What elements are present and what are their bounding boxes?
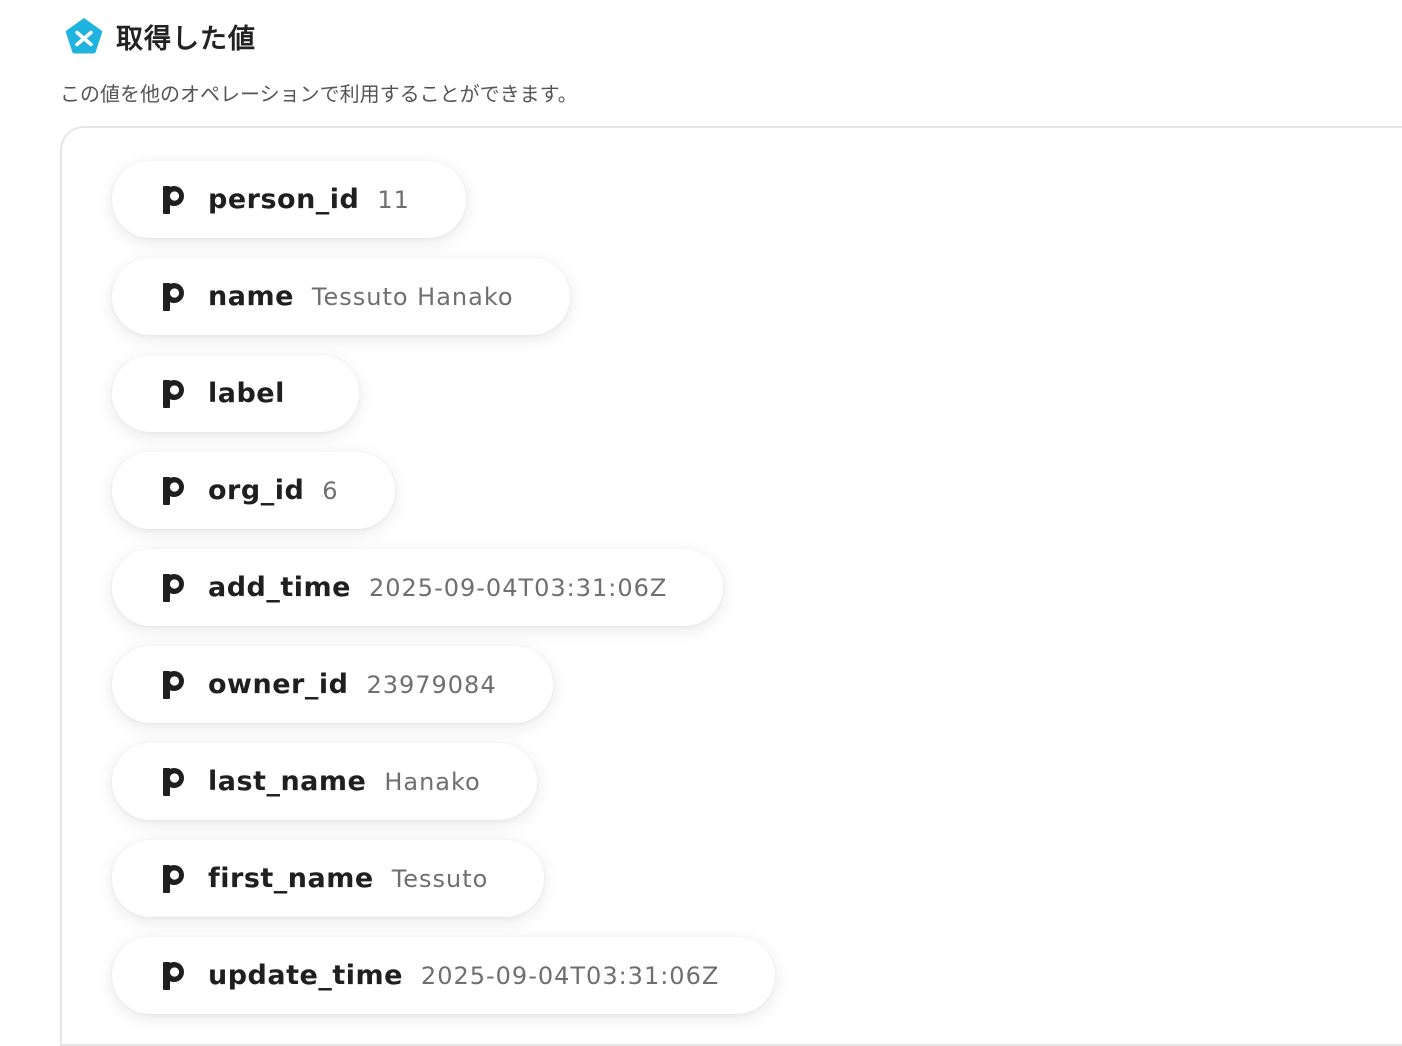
pipedrive-p-icon bbox=[163, 476, 184, 505]
field-key: name bbox=[208, 281, 294, 312]
field-value: Tessuto Hanako bbox=[311, 282, 514, 311]
field-key: update_time bbox=[208, 960, 403, 991]
field-key: person_id bbox=[208, 184, 360, 215]
field-key: owner_id bbox=[208, 669, 349, 700]
value-pill-owner-id[interactable]: owner_id 23979084 bbox=[112, 646, 553, 723]
field-value: 11 bbox=[377, 185, 410, 214]
pipedrive-p-icon bbox=[163, 573, 184, 602]
field-value: 2025-09-04T03:31:06Z bbox=[368, 573, 668, 602]
page-title: 取得した値 bbox=[116, 23, 256, 55]
pipedrive-p-icon bbox=[163, 282, 184, 311]
pipedrive-p-icon bbox=[163, 379, 184, 408]
field-key: first_name bbox=[208, 863, 374, 894]
field-key: add_time bbox=[208, 572, 351, 603]
value-pill-first-name[interactable]: first_name Tessuto bbox=[112, 840, 545, 917]
value-pill-label[interactable]: label bbox=[112, 355, 359, 432]
value-pill-add-time[interactable]: add_time 2025-09-04T03:31:06Z bbox=[112, 549, 724, 626]
pipedrive-p-icon bbox=[163, 961, 184, 990]
field-value: 23979084 bbox=[366, 670, 497, 699]
field-key: last_name bbox=[208, 766, 367, 797]
value-pill-last-name[interactable]: last_name Hanako bbox=[112, 743, 537, 820]
value-pill-update-time[interactable]: update_time 2025-09-04T03:31:06Z bbox=[112, 937, 776, 1014]
value-pill-person-id[interactable]: person_id 11 bbox=[112, 161, 466, 238]
yoom-logo-icon bbox=[65, 18, 103, 54]
field-key: label bbox=[208, 378, 285, 409]
page-subtitle: この値を他のオペレーションで利用することができます。 bbox=[60, 82, 578, 106]
header: 取得した値 bbox=[64, 16, 256, 56]
value-list: person_id 11 name Tessuto Hanako label o… bbox=[112, 161, 776, 1034]
value-pill-org-id[interactable]: org_id 6 bbox=[112, 452, 395, 529]
value-pill-name[interactable]: name Tessuto Hanako bbox=[112, 258, 570, 335]
field-key: org_id bbox=[208, 475, 305, 506]
pipedrive-p-icon bbox=[163, 670, 184, 699]
pipedrive-p-icon bbox=[163, 767, 184, 796]
field-value: Hanako bbox=[384, 767, 481, 796]
field-value: Tessuto bbox=[391, 864, 489, 893]
pipedrive-p-icon bbox=[163, 864, 184, 893]
pipedrive-p-icon bbox=[163, 185, 184, 214]
field-value: 2025-09-04T03:31:06Z bbox=[420, 961, 720, 990]
field-value: 6 bbox=[322, 476, 339, 505]
